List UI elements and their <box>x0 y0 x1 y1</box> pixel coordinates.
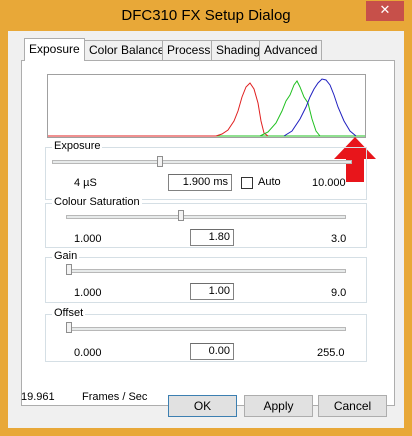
dialog-client: Exposure Color Balance Process Shading A… <box>8 31 404 428</box>
exposure-slider-thumb[interactable] <box>157 156 163 167</box>
tab-advanced[interactable]: Advanced <box>259 40 323 60</box>
fps-value: 19.961 <box>21 391 55 403</box>
histogram <box>47 74 366 138</box>
offset-value-field[interactable]: 0.00 <box>190 343 234 360</box>
offset-label: Offset <box>52 307 86 319</box>
exposure-value-field[interactable]: 1.900 ms <box>168 174 232 191</box>
cancel-button[interactable]: Cancel <box>318 395 387 417</box>
offset-group: Offset 0.000 0.00 255.0 <box>45 307 367 362</box>
gain-min: 1.000 <box>74 287 102 299</box>
saturation-group: Colour Saturation 1.000 1.80 3.0 <box>45 196 367 248</box>
offset-max: 255.0 <box>317 347 345 359</box>
tab-shading[interactable]: Shading <box>211 40 266 60</box>
close-button[interactable]: ✕ <box>366 1 404 21</box>
exposure-label: Exposure <box>52 140 103 152</box>
saturation-value-field[interactable]: 1.80 <box>190 229 234 246</box>
exposure-max: 10.000 <box>312 177 346 189</box>
offset-slider-thumb[interactable] <box>66 322 72 333</box>
auto-label: Auto <box>258 176 281 188</box>
gain-slider-thumb[interactable] <box>66 264 72 275</box>
gain-value-field[interactable]: 1.00 <box>190 283 234 300</box>
gain-max: 9.0 <box>331 287 347 299</box>
saturation-label: Colour Saturation <box>52 196 142 208</box>
exposure-min: 4 µS <box>74 177 97 189</box>
saturation-slider-track[interactable] <box>66 215 346 219</box>
saturation-min: 1.000 <box>74 233 102 245</box>
saturation-max: 3.0 <box>331 233 347 245</box>
gain-group: Gain 1.000 1.00 9.0 <box>45 250 367 303</box>
tab-color-balance[interactable]: Color Balance <box>84 40 170 60</box>
histogram-plot <box>48 78 365 137</box>
apply-button[interactable]: Apply <box>244 395 313 417</box>
close-icon: ✕ <box>379 3 391 18</box>
gain-label: Gain <box>52 250 80 262</box>
exposure-group: Exposure 4 µS 1.900 ms Auto 10.000 <box>45 140 367 200</box>
auto-checkbox[interactable] <box>241 177 253 189</box>
tab-exposure[interactable]: Exposure <box>24 38 85 61</box>
offset-slider-track[interactable] <box>66 327 346 331</box>
saturation-slider-thumb[interactable] <box>178 210 184 221</box>
gain-slider-track[interactable] <box>66 269 346 273</box>
fps-unit: Frames / Sec <box>82 391 148 403</box>
dialog-window: DFC310 FX Setup Dialog ✕ Exposure Color … <box>0 0 412 436</box>
window-title: DFC310 FX Setup Dialog <box>121 7 291 24</box>
title-bar[interactable]: DFC310 FX Setup Dialog ✕ <box>0 0 412 31</box>
exposure-slider-track[interactable] <box>52 160 352 164</box>
tab-process[interactable]: Process <box>162 40 216 60</box>
offset-min: 0.000 <box>74 347 102 359</box>
ok-button[interactable]: OK <box>168 395 237 417</box>
